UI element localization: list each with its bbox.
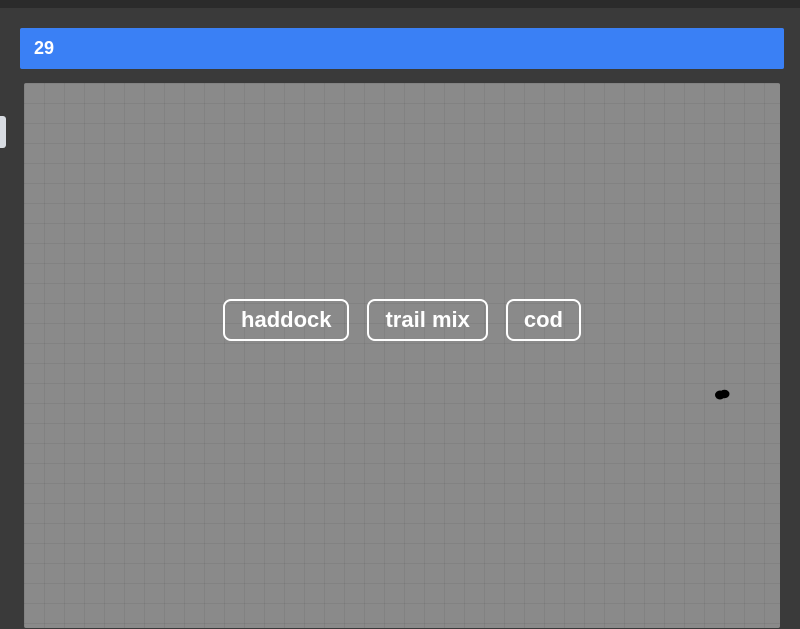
option-button-haddock[interactable]: haddock [223,299,349,341]
button-row: haddock trail mix cod [24,299,780,341]
content-wrapper: 29 haddock trail mix cod [0,8,800,628]
option-button-cod[interactable]: cod [506,299,581,341]
stage-container: haddock trail mix cod [20,83,784,628]
side-tab[interactable] [0,116,6,148]
option-label: cod [524,307,563,332]
stage[interactable]: haddock trail mix cod [24,83,780,628]
sprite-blob[interactable] [714,389,730,400]
header-value: 29 [34,38,54,58]
option-label: trail mix [385,307,469,332]
header-bar: 29 [20,28,784,69]
option-button-trail-mix[interactable]: trail mix [367,299,487,341]
option-label: haddock [241,307,331,332]
window-top-bar [0,0,800,8]
